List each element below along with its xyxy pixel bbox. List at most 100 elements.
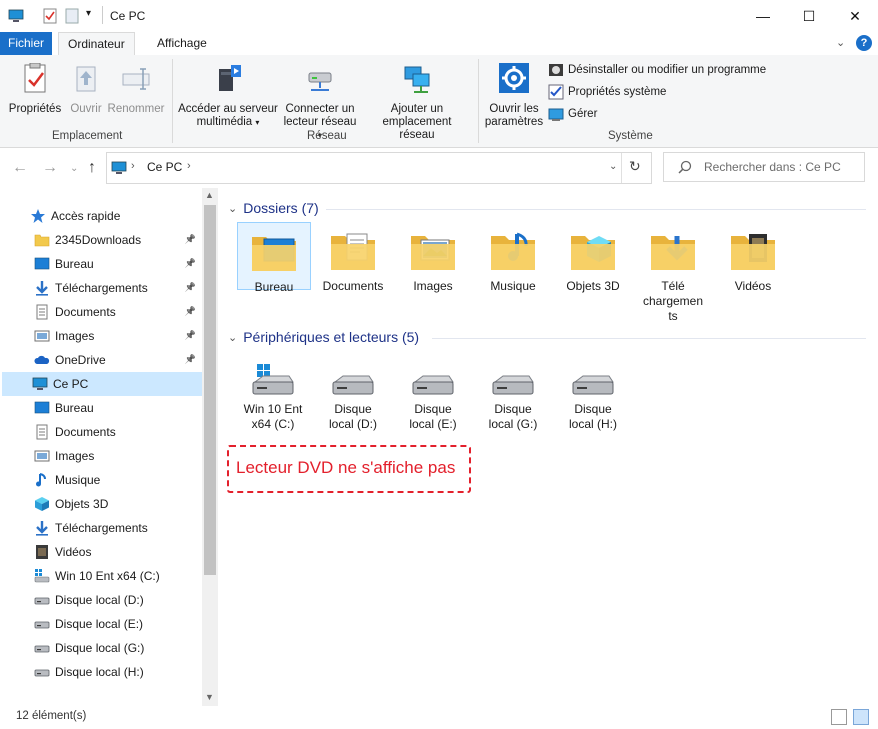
drive-label: Win 10 Ent x64 (C:) — [243, 402, 303, 431]
nav-item[interactable]: Images — [0, 444, 200, 468]
add-network-location-button[interactable]: Ajouter un emplacement réseau — [364, 63, 470, 142]
folder-tile[interactable]: Bureau — [237, 222, 311, 294]
scroll-up-icon[interactable]: ▲ — [205, 190, 214, 200]
drive-tile[interactable]: Disque local (H:) — [555, 364, 631, 432]
dvd-missing-annotation: Lecteur DVD ne s'affiche pas — [227, 445, 471, 493]
nav-item[interactable]: Musique — [0, 468, 200, 492]
breadcrumb-ce-pc[interactable]: Ce PC — [147, 160, 182, 174]
breadcrumb-chevron-icon[interactable]: › — [187, 160, 191, 172]
search-box[interactable]: Rechercher dans : Ce PC — [663, 152, 865, 182]
nav-item[interactable]: Disque local (H:) — [0, 660, 200, 684]
nav-item[interactable]: Win 10 Ent x64 (C:) — [0, 564, 200, 588]
nav-item[interactable]: Disque local (D:) — [0, 588, 200, 612]
scroll-down-icon[interactable]: ▼ — [205, 692, 214, 702]
pin-icon[interactable]: 📌 — [185, 234, 196, 245]
open-settings-button[interactable]: Ouvrir les paramètres — [484, 63, 544, 129]
drive-tile[interactable]: Disque local (G:) — [475, 364, 551, 432]
window-title: Ce PC — [110, 9, 146, 23]
properties-icon[interactable] — [42, 8, 58, 24]
nav-item[interactable]: Documents 📌 — [0, 300, 200, 324]
folder-label: Musique — [490, 279, 536, 293]
help-icon[interactable]: ? — [856, 35, 872, 51]
map-drive-label-2: lecteur réseau — [283, 116, 357, 128]
drive-tile[interactable]: Disque local (E:) — [395, 364, 471, 432]
folder-tile[interactable]: Objets 3D — [557, 222, 629, 294]
tab-ordinateur[interactable]: Ordinateur — [58, 32, 135, 56]
folder-label: Objets 3D — [566, 279, 620, 293]
drive-tile[interactable]: Disque local (D:) — [315, 364, 391, 432]
open-button[interactable]: Ouvrir — [66, 63, 106, 116]
devices-header-label: Périphériques et lecteurs (5) — [243, 329, 420, 345]
nav-item[interactable]: 2345Downloads 📌 — [0, 228, 200, 252]
nav-item[interactable]: Objets 3D — [0, 492, 200, 516]
maximize-button[interactable]: ☐ — [786, 0, 832, 32]
breadcrumb-chevron-icon[interactable]: › — [131, 160, 135, 172]
drive-icon — [34, 640, 50, 656]
drive-icon — [34, 592, 50, 608]
system-properties-button[interactable]: Propriétés système — [548, 83, 666, 101]
large-icons-view-icon[interactable] — [853, 709, 869, 725]
pin-icon[interactable]: 📌 — [185, 330, 196, 341]
folder-icon — [34, 232, 50, 248]
nav-item-label: Objets 3D — [55, 497, 109, 511]
nav-item[interactable]: Ce PC — [2, 372, 202, 396]
folders-header-label: Dossiers (7) — [243, 200, 319, 216]
folder-tile[interactable]: Images — [397, 222, 469, 294]
folder-tile[interactable]: Documents — [317, 222, 389, 294]
address-bar[interactable]: › Ce PC › ⌄ ↻ — [106, 152, 652, 184]
tab-fichier[interactable]: Fichier — [0, 32, 52, 55]
nav-item-label: Accès rapide — [51, 209, 121, 223]
nav-item[interactable]: Téléchargements — [0, 516, 200, 540]
nav-item[interactable]: Images 📌 — [0, 324, 200, 348]
details-view-icon[interactable] — [831, 709, 847, 725]
uninstall-program-button[interactable]: Désinstaller ou modifier un programme — [548, 61, 766, 79]
nav-item[interactable]: Téléchargements 📌 — [0, 276, 200, 300]
pin-icon[interactable]: 📌 — [185, 282, 196, 293]
download-icon — [637, 228, 709, 276]
devices-section-header[interactable]: ⌄ Périphériques et lecteurs (5) — [228, 329, 419, 345]
folders-section-header[interactable]: ⌄ Dossiers (7) — [228, 200, 319, 216]
address-dropdown-icon[interactable]: ⌄ — [609, 161, 617, 172]
documents-icon — [317, 228, 389, 276]
nav-item-label: Bureau — [55, 401, 94, 415]
rename-button[interactable]: Renommer — [106, 63, 166, 116]
drive-tile[interactable]: Win 10 Ent x64 (C:) — [235, 364, 311, 432]
properties-button[interactable]: Propriétés — [8, 62, 62, 116]
manage-icon — [548, 108, 564, 121]
nav-item[interactable]: Documents — [0, 420, 200, 444]
nav-item[interactable]: Vidéos — [0, 540, 200, 564]
uninstall-icon — [549, 64, 563, 76]
media-server-button[interactable]: Accéder au serveur multimédia ▾ — [176, 63, 280, 129]
tab-affichage[interactable]: Affichage — [148, 32, 216, 55]
nav-item[interactable]: Bureau — [0, 396, 200, 420]
folder-tile[interactable]: Vidéos — [717, 222, 789, 294]
pin-icon[interactable]: 📌 — [185, 258, 196, 269]
new-folder-icon[interactable] — [64, 8, 80, 24]
manage-button[interactable]: Gérer — [548, 105, 597, 123]
collapse-ribbon-icon[interactable]: ⌄ — [836, 36, 845, 49]
nav-item-label: Téléchargements — [55, 281, 148, 295]
quick-access-dropdown-icon[interactable]: ▾ — [86, 8, 91, 19]
nav-scrollbar-thumb[interactable] — [204, 205, 216, 575]
pin-icon[interactable]: 📌 — [185, 354, 196, 365]
pin-icon[interactable]: 📌 — [185, 306, 196, 317]
folder-tile[interactable]: Musique — [477, 222, 549, 294]
refresh-icon[interactable]: ↻ — [629, 158, 641, 175]
nav-item[interactable]: OneDrive 📌 — [0, 348, 200, 372]
close-button[interactable]: ✕ — [832, 0, 878, 32]
map-drive-label-1: Connecter un — [285, 103, 355, 115]
forward-arrow-icon[interactable]: → — [42, 159, 58, 177]
nav-item[interactable]: Accès rapide — [0, 204, 200, 228]
nav-item[interactable]: Disque local (E:) — [0, 612, 200, 636]
media-server-label-2: multimédia — [196, 116, 253, 128]
minimize-button[interactable]: — — [740, 0, 786, 32]
nav-item-label: Musique — [55, 473, 101, 487]
manage-label: Gérer — [568, 108, 598, 120]
back-arrow-icon[interactable]: ← — [12, 159, 28, 177]
dvd-missing-text: Lecteur DVD ne s'affiche pas — [236, 458, 456, 477]
recent-locations-chevron-icon[interactable]: ⌄ — [70, 163, 78, 174]
nav-item[interactable]: Disque local (G:) — [0, 636, 200, 660]
nav-item[interactable]: Bureau 📌 — [0, 252, 200, 276]
up-arrow-icon[interactable]: ↑ — [88, 159, 96, 177]
folder-tile[interactable]: Télé chargemen ts — [637, 222, 709, 324]
